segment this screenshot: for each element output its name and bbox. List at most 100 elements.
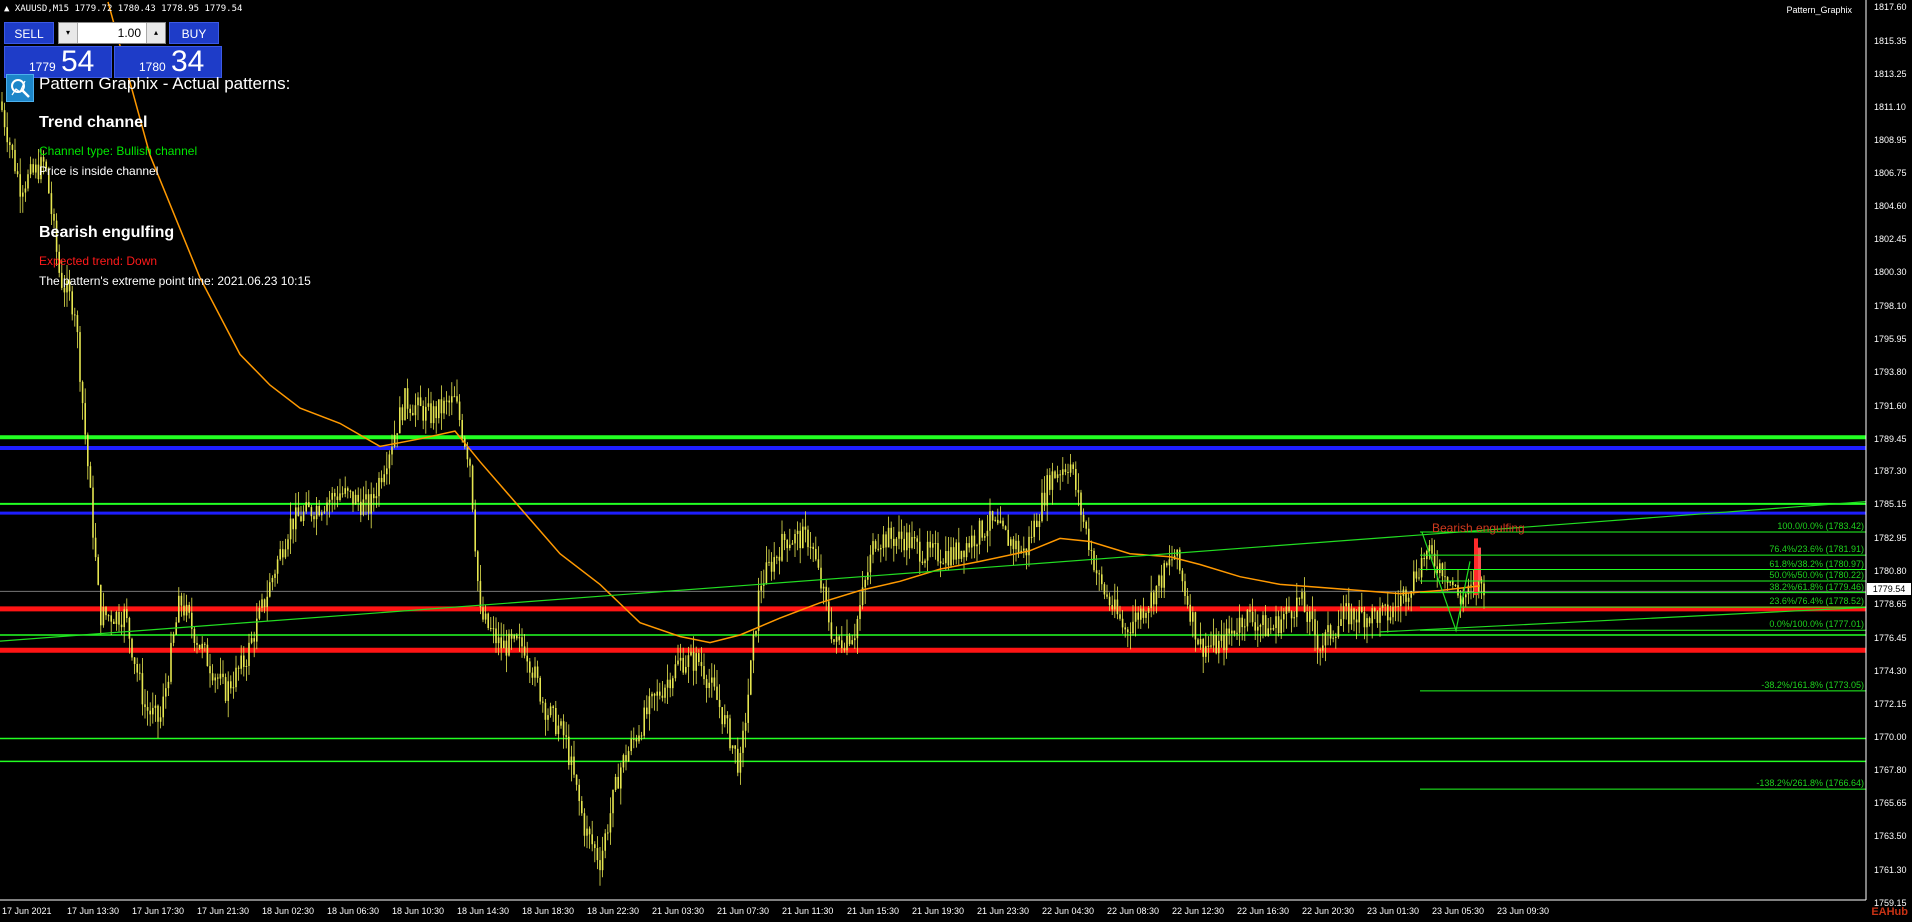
candle-body — [1072, 464, 1074, 469]
candle-body — [557, 725, 560, 735]
candle-body — [136, 663, 138, 673]
candle-body — [809, 546, 812, 548]
candle-body — [1036, 520, 1038, 528]
candle-body — [94, 537, 97, 558]
candle-body — [339, 493, 341, 500]
candle-body — [100, 584, 102, 626]
price-tick-label: 1782.95 — [1874, 533, 1907, 544]
candle-body — [300, 516, 302, 521]
candle-body — [419, 397, 422, 406]
candle-body — [638, 735, 640, 742]
candle-body — [604, 833, 606, 851]
lot-size-stepper[interactable]: ▾ 1.00 ▴ — [58, 22, 166, 44]
time-tick-label: 18 Jun 18:30 — [522, 906, 575, 916]
candle-body — [804, 526, 807, 530]
candle-body — [258, 607, 261, 619]
price-tick-label: 1800.30 — [1874, 267, 1907, 278]
candle-body — [547, 715, 549, 720]
candle-body — [1194, 612, 1197, 640]
candle-body — [115, 612, 118, 624]
sell-button[interactable]: SELL — [4, 22, 54, 44]
candle-body — [71, 291, 73, 315]
candle-body — [776, 556, 778, 558]
price-tick-label: 1778.65 — [1874, 599, 1907, 610]
candle-body — [1124, 627, 1126, 630]
candle-body — [1038, 521, 1041, 528]
time-tick-label: 17 Jun 21:30 — [197, 906, 250, 916]
candle-body — [9, 142, 11, 146]
candle-body — [721, 707, 723, 725]
candle-body — [201, 643, 203, 649]
candle-body — [799, 530, 801, 549]
candle-body — [1264, 615, 1267, 637]
candle-body — [991, 511, 994, 521]
candle-body — [497, 637, 500, 644]
candle-body — [53, 214, 55, 221]
candle-body — [1046, 475, 1048, 506]
buy-button[interactable]: BUY — [169, 22, 219, 44]
candle-body — [1215, 635, 1217, 654]
candle-body — [1121, 618, 1124, 628]
candle-body — [757, 590, 760, 631]
candle-body — [1350, 608, 1353, 625]
time-tick-label: 21 Jun 07:30 — [717, 906, 770, 916]
candle-body — [269, 582, 271, 597]
lot-increase-button[interactable]: ▴ — [146, 23, 165, 43]
candle-body — [1028, 536, 1030, 556]
time-tick-label: 22 Jun 20:30 — [1302, 906, 1355, 916]
candle-body — [500, 637, 502, 649]
candle-body — [682, 657, 684, 673]
candle-body — [508, 633, 510, 656]
fib-level-label: 76.4%/23.6% (1781.91) — [1769, 544, 1864, 555]
candle-body — [386, 468, 388, 475]
candle-body — [120, 624, 123, 628]
candle-body — [1007, 529, 1009, 546]
expected-trend-text: Expected trend: Down — [39, 254, 158, 268]
candle-body — [768, 561, 770, 563]
price-tick-label: 1772.15 — [1874, 698, 1907, 709]
chart-window[interactable]: ▲ XAUUSD,M15 1779.72 1780.43 1778.95 177… — [0, 0, 1912, 922]
time-tick-label: 21 Jun 23:30 — [977, 906, 1030, 916]
candle-body — [880, 547, 882, 550]
candle-body — [1054, 471, 1056, 478]
lot-size-input[interactable]: 1.00 — [118, 23, 141, 43]
lot-decrease-button[interactable]: ▾ — [59, 23, 78, 43]
pattern-graphix-icon[interactable] — [6, 74, 34, 102]
candle-body — [1254, 622, 1256, 631]
candle-body — [903, 538, 905, 551]
candle-body — [417, 397, 419, 406]
candle-body — [526, 655, 528, 662]
candle-body — [1158, 575, 1160, 586]
candle-body — [1366, 618, 1368, 628]
candle-body — [81, 381, 84, 404]
candle-body — [651, 693, 653, 697]
price-chart[interactable] — [0, 0, 1912, 922]
candle-body — [315, 505, 318, 520]
price-tick-label: 1811.10 — [1874, 101, 1906, 112]
candle-body — [1017, 540, 1020, 553]
candle-body — [331, 492, 333, 500]
candle-body — [874, 541, 877, 549]
time-tick-label: 18 Jun 14:30 — [457, 906, 510, 916]
candle-body — [409, 408, 411, 413]
candle-body — [1238, 617, 1241, 633]
candle-body — [1132, 621, 1134, 634]
candle-body — [313, 516, 315, 520]
candle-body — [404, 388, 406, 421]
candle-body — [633, 738, 635, 740]
candle-body — [1306, 612, 1308, 622]
candle-body — [113, 621, 115, 624]
candle-body — [1095, 570, 1098, 574]
candle-body — [354, 494, 357, 505]
fib-level-label: 61.8%/38.2% (1780.97) — [1769, 558, 1864, 569]
candle-body — [815, 548, 817, 560]
candle-body — [357, 494, 359, 502]
candle-body — [1088, 528, 1090, 550]
price-tick-label: 1808.95 — [1874, 134, 1907, 145]
candle-body — [29, 164, 32, 175]
candle-body — [1314, 619, 1316, 636]
candle-body — [341, 493, 344, 495]
fib-level-label: 0.0%/100.0% (1777.01) — [1769, 619, 1864, 630]
candle-body — [1199, 638, 1202, 645]
candle-body — [74, 314, 76, 316]
